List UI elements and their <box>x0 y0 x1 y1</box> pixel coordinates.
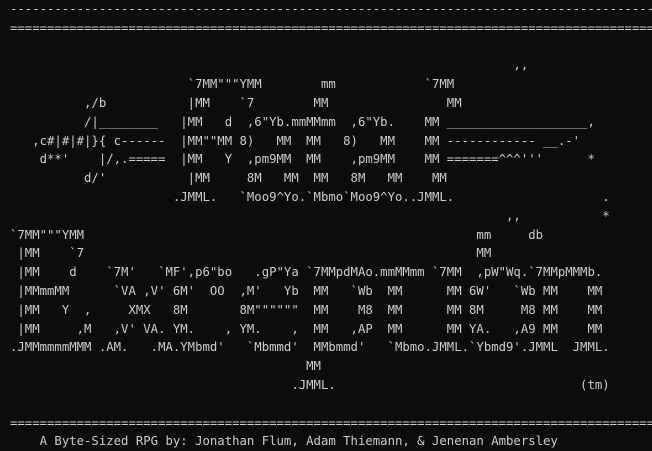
art-line: .JMML. `Moo9^Yo.`Mbmo`Moo9^Yo..JMML. . <box>10 189 610 204</box>
art-line: |MM Y , XMX 8M 8M"""""" MM M8 MM MM 8M M… <box>10 302 603 317</box>
art-line: ,, * <box>10 208 610 223</box>
art-line: .JMMmmmmMMM .AM. .MA.YMbmd' `Mbmmd' MMbm… <box>10 340 610 355</box>
art-line: ,c#|#|#|}{ c------ |MM""MM 8) MM MM 8) M… <box>10 133 581 148</box>
art-line: d/' |MM 8M MM MM 8M MM MM <box>10 171 447 186</box>
art-line: `7MM"""YMM mm db <box>10 227 544 242</box>
art-line <box>10 395 652 414</box>
art-line: .JMML. (tm) <box>10 377 610 392</box>
art-line: |MMmmMM `VA ,V' 6M' OO ,M' Yb MM `Wb MM … <box>10 283 603 298</box>
art-line: d**' |/,.===== |MM Y ,pm9MM MM ,pm9MM MM… <box>10 152 595 167</box>
terminal-window: ----------------------------------------… <box>10 0 652 451</box>
art-line: ,, <box>10 58 529 73</box>
art-line: |MM ,M ,V' VA. YM. , YM. , MM ,AP MM MM … <box>10 321 603 336</box>
art-line: MM <box>10 359 321 374</box>
art-line: ,/b |MM `7 MM MM <box>10 95 462 110</box>
art-line: /|________ |MM d ,6"Yb.mmMMmm ,6"Yb. MM … <box>10 114 595 129</box>
top-equals-rule: ========================================… <box>10 20 652 35</box>
art-line: `7MM"""YMM mm `7MM <box>10 77 455 92</box>
credits-line: A Byte-Sized RPG by: Jonathan Flum, Adam… <box>10 434 558 449</box>
title-ascii-art: ,, `7MM"""YMM mm `7MM ,/b |MM `7 MM MM /… <box>10 38 652 414</box>
top-dash-rule: ----------------------------------------… <box>10 2 652 16</box>
art-line <box>10 38 652 57</box>
art-line: |MM `7 MM <box>10 246 492 261</box>
bottom-equals-rule: ========================================… <box>10 415 652 430</box>
art-line: |MM d `7M' `MF',p6"bo .gP"Ya `7MMpdMAo.m… <box>10 265 603 280</box>
